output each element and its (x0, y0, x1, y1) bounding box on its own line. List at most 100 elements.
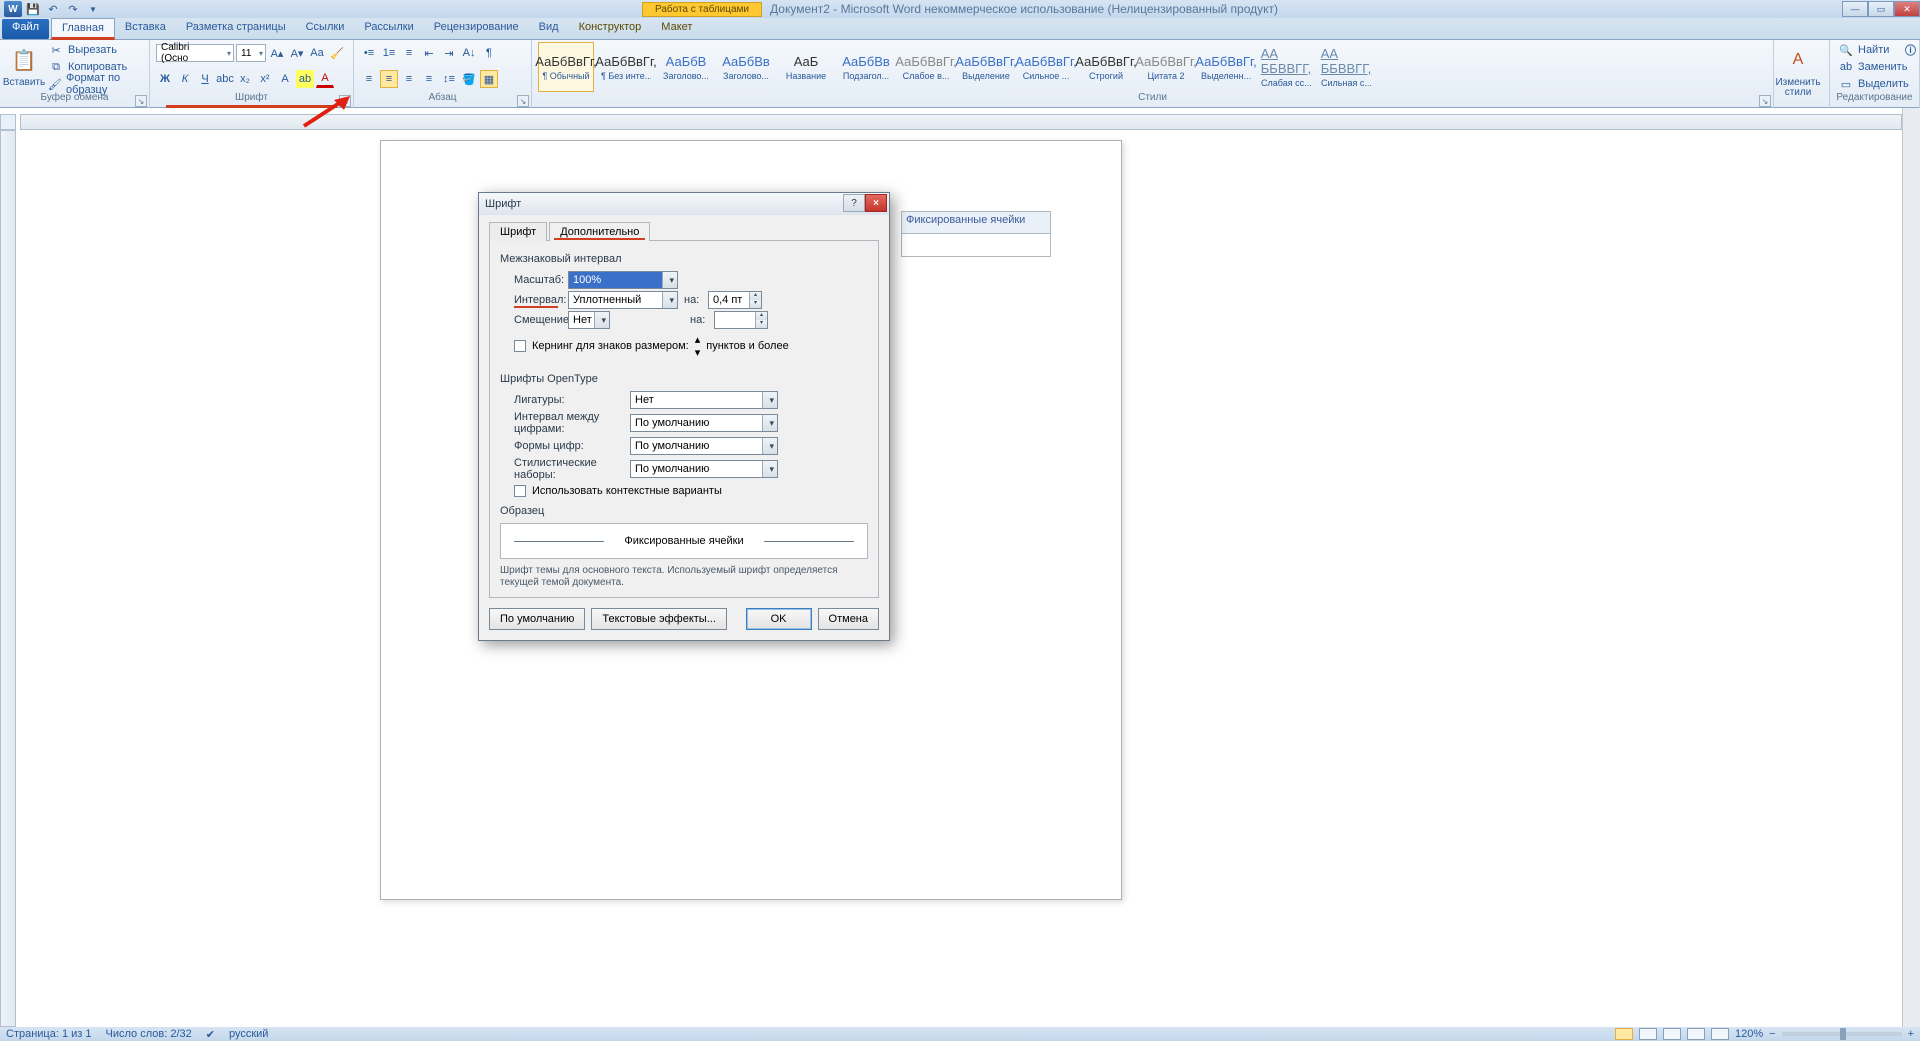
style-item[interactable]: АаБбВвГг,Слабое в... (898, 42, 954, 92)
paragraph-launcher[interactable]: ↘ (517, 95, 529, 107)
style-item[interactable]: АА ББВВГГ,Сильная с... (1318, 42, 1374, 92)
ribbon-help-button[interactable]: ⓘ (1905, 42, 1916, 58)
style-item[interactable]: АаБбВвГг,¶ Обычный (538, 42, 594, 92)
dialog-help-button[interactable]: ? (843, 194, 865, 212)
text-effects-button[interactable]: A (276, 70, 294, 88)
style-item[interactable]: АаБбВвГг,¶ Без инте... (598, 42, 654, 92)
view-web[interactable] (1663, 1028, 1681, 1040)
align-left-button[interactable]: ≡ (360, 70, 378, 88)
styset-combo[interactable]: По умолчанию▾ (630, 460, 778, 478)
font-name-combo[interactable]: Calibri (Осно (156, 44, 234, 62)
replace-button[interactable]: abЗаменить (1836, 59, 1913, 75)
tab-home[interactable]: Главная (51, 18, 115, 40)
style-item[interactable]: АаБбВвГг,Цитата 2 (1138, 42, 1194, 92)
tab-file[interactable]: Файл (2, 19, 49, 39)
cancel-button[interactable]: Отмена (818, 608, 879, 630)
position-combo[interactable]: Нет▾ (568, 311, 610, 329)
italic-button[interactable]: К (176, 70, 194, 88)
view-print-layout[interactable] (1615, 1028, 1633, 1040)
grow-font-button[interactable]: A▴ (268, 44, 286, 62)
text-effects-button[interactable]: Текстовые эффекты... (591, 608, 727, 630)
style-item[interactable]: АаБбВЗаголово... (658, 42, 714, 92)
status-proof-icon[interactable]: ✔ (206, 1028, 215, 1041)
numspacing-combo[interactable]: По умолчанию▾ (630, 414, 778, 432)
tab-references[interactable]: Ссылки (296, 18, 355, 39)
select-button[interactable]: ▭Выделить (1836, 76, 1913, 92)
styles-gallery[interactable]: АаБбВвГг,¶ ОбычныйАаБбВвГг,¶ Без инте...… (538, 42, 1767, 92)
view-draft[interactable] (1711, 1028, 1729, 1040)
line-spacing-button[interactable]: ↕≡ (440, 70, 458, 88)
underline-button[interactable]: Ч (196, 70, 214, 88)
default-button[interactable]: По умолчанию (489, 608, 585, 630)
save-icon[interactable]: 💾 (24, 1, 42, 17)
vertical-scrollbar[interactable] (1902, 108, 1920, 1027)
maximize-button[interactable]: ▭ (1868, 1, 1894, 17)
sort-button[interactable]: A↓ (460, 44, 478, 62)
scale-combo[interactable]: 100%▾ (568, 271, 678, 289)
format-painter-button[interactable]: 🖌Формат по образцу (46, 76, 143, 92)
subscript-button[interactable]: x₂ (236, 70, 254, 88)
numbering-button[interactable]: 1≡ (380, 44, 398, 62)
borders-button[interactable]: ▦ (480, 70, 498, 88)
undo-icon[interactable]: ↶ (44, 1, 62, 17)
zoom-out-button[interactable]: − (1769, 1028, 1775, 1040)
dialog-tab-font[interactable]: Шрифт (489, 222, 547, 241)
zoom-slider[interactable] (1782, 1032, 1902, 1036)
find-button[interactable]: 🔍Найти (1836, 42, 1913, 58)
ligatures-combo[interactable]: Нет▾ (630, 391, 778, 409)
view-full-screen[interactable] (1639, 1028, 1657, 1040)
status-language[interactable]: русский (229, 1028, 268, 1040)
styles-launcher[interactable]: ↘ (1759, 95, 1771, 107)
style-item[interactable]: АаБбВвГг,Строгий (1078, 42, 1134, 92)
tab-page-layout[interactable]: Разметка страницы (176, 18, 296, 39)
status-zoom[interactable]: 120% (1735, 1028, 1763, 1040)
status-words[interactable]: Число слов: 2/32 (106, 1028, 192, 1040)
dialog-title-bar[interactable]: Шрифт ? × (479, 193, 889, 215)
style-item[interactable]: АаБбВвГг,Выделенн... (1198, 42, 1254, 92)
tab-insert[interactable]: Вставка (115, 18, 176, 39)
zoom-thumb[interactable] (1840, 1028, 1846, 1040)
table-cell[interactable]: Фиксированные ячейки (901, 211, 1051, 257)
kerning-size-spin[interactable]: ▴▾ (695, 333, 701, 359)
ruler-corner[interactable] (0, 114, 16, 130)
vertical-ruler[interactable] (0, 130, 16, 1027)
close-button[interactable]: ✕ (1894, 1, 1920, 17)
horizontal-ruler[interactable] (20, 114, 1902, 130)
strike-button[interactable]: abc (216, 70, 234, 88)
style-item[interactable]: АаБбВвГг,Выделение (958, 42, 1014, 92)
dialog-tab-advanced[interactable]: Дополнительно (549, 222, 650, 241)
redo-icon[interactable]: ↷ (64, 1, 82, 17)
shrink-font-button[interactable]: A▾ (288, 44, 306, 62)
paste-button[interactable]: 📋 Вставить (6, 42, 42, 88)
contextual-checkbox[interactable] (514, 485, 526, 497)
font-launcher[interactable]: ↘ (339, 95, 351, 107)
tab-review[interactable]: Рецензирование (424, 18, 529, 39)
bullets-button[interactable]: •≡ (360, 44, 378, 62)
zoom-in-button[interactable]: + (1908, 1028, 1914, 1040)
view-outline[interactable] (1687, 1028, 1705, 1040)
superscript-button[interactable]: x² (256, 70, 274, 88)
minimize-button[interactable]: — (1842, 1, 1868, 17)
highlight-button[interactable]: ab (296, 70, 314, 88)
tab-mailings[interactable]: Рассылки (354, 18, 423, 39)
style-item[interactable]: АаБбВвЗаголово... (718, 42, 774, 92)
dialog-close-button[interactable]: × (865, 194, 887, 212)
font-size-combo[interactable]: 11 (236, 44, 266, 62)
style-item[interactable]: АА ББВВГГ,Слабая сс... (1258, 42, 1314, 92)
multilevel-button[interactable]: ≡ (400, 44, 418, 62)
indent-inc-button[interactable]: ⇥ (440, 44, 458, 62)
ok-button[interactable]: OK (746, 608, 812, 630)
tab-view[interactable]: Вид (529, 18, 569, 39)
font-color-button[interactable]: A (316, 70, 334, 88)
position-amount-spin[interactable]: ▴▾ (714, 311, 768, 329)
clipboard-launcher[interactable]: ↘ (135, 95, 147, 107)
change-case-button[interactable]: Aa (308, 44, 326, 62)
show-marks-button[interactable]: ¶ (480, 44, 498, 62)
style-item[interactable]: АаБбВвГг,Сильное ... (1018, 42, 1074, 92)
style-item[interactable]: АаБбВвПодзагол... (838, 42, 894, 92)
change-styles-button[interactable]: A Изменить стили (1780, 42, 1816, 98)
clear-format-button[interactable]: 🧹 (328, 44, 346, 62)
interval-combo[interactable]: Уплотненный▾ (568, 291, 678, 309)
shading-button[interactable]: 🪣 (460, 70, 478, 88)
tab-table-layout[interactable]: Макет (651, 18, 702, 39)
